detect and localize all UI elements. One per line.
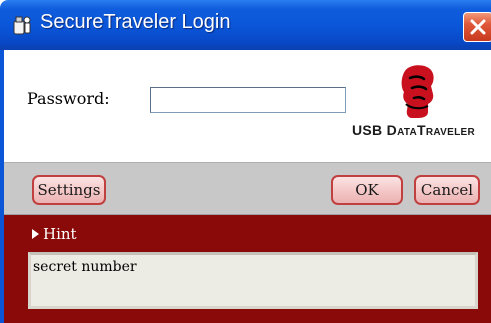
- hint-text-box: secret number: [28, 252, 478, 309]
- password-label: Password:: [27, 89, 110, 108]
- login-window: SecureTraveler Login Password: USB DataT…: [0, 0, 491, 323]
- window-title: SecureTraveler Login: [40, 11, 231, 33]
- password-field[interactable]: [150, 87, 346, 113]
- logo-text-main: DataTraveler: [386, 122, 476, 138]
- usb-drive-icon: [12, 14, 32, 36]
- settings-button[interactable]: Settings: [32, 175, 106, 205]
- product-logo-text: USB DataTraveler: [352, 122, 475, 138]
- kingston-head-icon: [398, 64, 438, 120]
- close-button[interactable]: [463, 12, 491, 42]
- title-bar[interactable]: SecureTraveler Login: [0, 0, 491, 50]
- expand-arrow-icon: [32, 229, 39, 239]
- cancel-button[interactable]: Cancel: [414, 175, 480, 205]
- hint-toggle-label: Hint: [43, 225, 77, 243]
- logo-text-prefix: USB: [352, 122, 387, 138]
- close-icon: [470, 19, 486, 35]
- hint-toggle[interactable]: Hint: [32, 225, 77, 243]
- ok-button[interactable]: OK: [331, 175, 403, 205]
